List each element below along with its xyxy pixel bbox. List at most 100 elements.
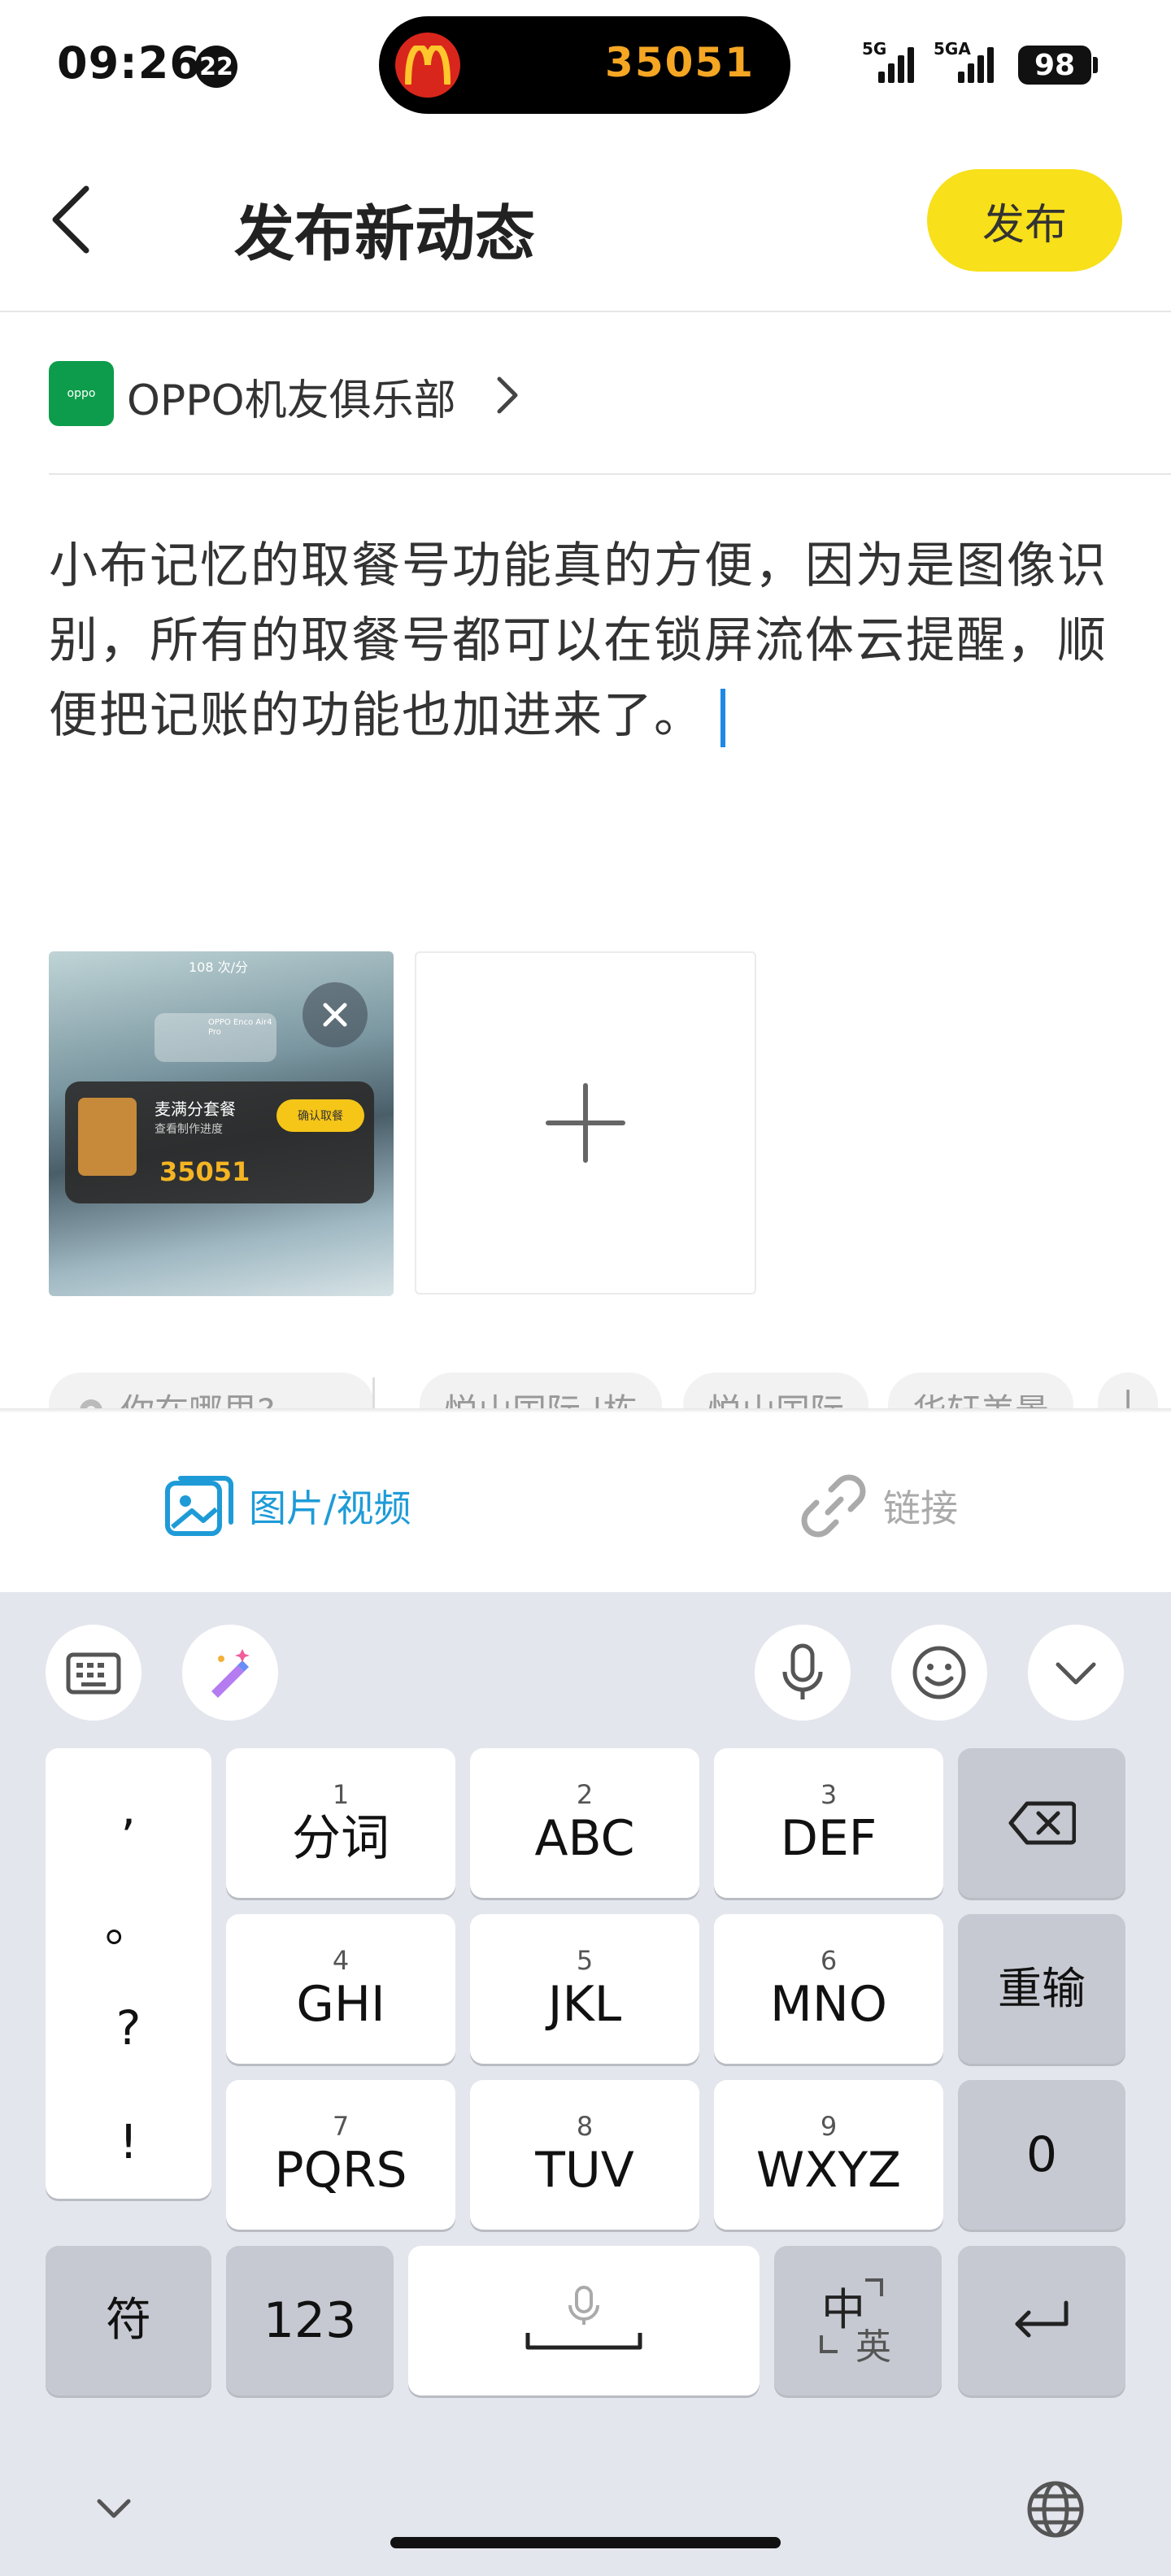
media-tab-label: 图片/视频 — [249, 1486, 411, 1530]
key-label: ABC — [534, 1810, 635, 1867]
thumb-subtitle: 查看制作进度 — [155, 1123, 223, 1136]
location-chip[interactable]: 悦山国际 — [683, 1373, 869, 1408]
emoji-icon — [912, 1646, 966, 1699]
signal-5ga-icon: 5GA — [934, 39, 999, 83]
key-label: WXYZ — [755, 2142, 902, 2199]
symbol-key[interactable]: 符 — [46, 2246, 211, 2395]
key-8[interactable]: 8 TUV — [470, 2080, 699, 2230]
space-key[interactable] — [408, 2246, 760, 2395]
thumb-confirm-pill: 确认取餐 — [276, 1099, 364, 1132]
lang-sub-label: 英 — [855, 2326, 891, 2368]
key-label: JKL — [547, 1976, 622, 2033]
key-number: 8 — [576, 2111, 594, 2142]
status-time: 09:26 — [57, 37, 201, 89]
key-label: GHI — [296, 1976, 385, 2033]
page-title: 发布新动态 — [234, 199, 535, 269]
header-divider — [0, 311, 1171, 312]
key-label: 123 — [263, 2292, 357, 2349]
key-label: DEF — [780, 1810, 877, 1867]
key-number: 3 — [820, 1779, 838, 1810]
link-tab-label: 链接 — [883, 1486, 958, 1530]
location-chip[interactable]: 悦山国际 |栋 — [420, 1373, 662, 1408]
reinput-key[interactable]: 重输 — [958, 1914, 1125, 2064]
key-7[interactable]: 7 PQRS — [226, 2080, 455, 2230]
thumb-top-text: 108 次/分 — [189, 959, 249, 975]
ai-write-button[interactable] — [182, 1625, 278, 1721]
link-icon — [801, 1474, 866, 1538]
key-number: 1 — [332, 1779, 350, 1810]
key-4[interactable]: 4 GHI — [226, 1914, 455, 2064]
media-tab[interactable]: 图片/视频 — [163, 1473, 411, 1538]
microphone-icon — [782, 1643, 823, 1699]
enter-icon — [1015, 2300, 1069, 2338]
lang-corner-mark — [865, 2278, 883, 2296]
mcdonalds-logo-icon — [395, 33, 460, 98]
key-5[interactable]: 5 JKL — [470, 1914, 699, 2064]
globe-icon — [1027, 2481, 1084, 2538]
collapse-keyboard-button[interactable] — [93, 2495, 135, 2527]
backspace-key[interactable] — [958, 1748, 1125, 1898]
location-chip[interactable]: 华轩美景 — [888, 1373, 1074, 1408]
chip-divider — [372, 1377, 375, 1408]
hide-keyboard-button[interactable] — [1028, 1625, 1124, 1721]
add-image-button[interactable] — [415, 951, 756, 1295]
globe-language-button[interactable] — [1025, 2478, 1086, 2543]
thumb-earbuds-label: OPPO Enco Air4 Pro — [208, 1018, 272, 1037]
voice-input-button[interactable] — [755, 1625, 851, 1721]
attached-image-thumbnail[interactable]: 108 次/分 OPPO Enco Air4 Pro 麦满分套餐 查看制作进度 … — [49, 951, 394, 1296]
punct-question[interactable]: ? — [46, 2000, 211, 2056]
location-placeholder: 你在哪里? — [120, 1391, 275, 1408]
key-9[interactable]: 9 WXYZ — [714, 2080, 943, 2230]
chevron-right-icon — [491, 372, 524, 418]
language-switch-key[interactable]: 中 英 — [774, 2246, 942, 2395]
dynamic-island[interactable]: 35051 — [379, 16, 790, 114]
key-6[interactable]: 6 MNO — [714, 1914, 943, 2064]
space-mic-icon — [525, 2286, 642, 2350]
key-2[interactable]: 2 ABC — [470, 1748, 699, 1898]
paper-bag-icon — [78, 1098, 137, 1176]
key-number: 5 — [576, 1945, 594, 1976]
close-icon — [323, 1003, 347, 1027]
link-tab[interactable]: 链接 — [797, 1473, 958, 1538]
keyboard-icon — [66, 1652, 121, 1695]
order-number: 35051 — [605, 39, 755, 86]
chevron-down-icon — [1056, 1662, 1096, 1685]
home-indicator[interactable] — [390, 2537, 781, 2548]
remove-image-button[interactable] — [303, 982, 368, 1047]
location-chip[interactable]: | — [1098, 1373, 1159, 1408]
numeric-key[interactable]: 123 — [226, 2246, 394, 2395]
publish-button[interactable]: 发布 — [927, 169, 1122, 272]
punct-period[interactable]: 。 — [46, 1886, 211, 1955]
back-button[interactable] — [46, 179, 94, 260]
punct-comma[interactable]: , — [46, 1781, 211, 1836]
club-divider — [49, 473, 1171, 475]
punctuation-column[interactable]: , 。 ? ! — [46, 1748, 211, 2199]
key-number: 9 — [820, 2111, 838, 2142]
key-1[interactable]: 1 分词 — [226, 1748, 455, 1898]
key-3[interactable]: 3 DEF — [714, 1748, 943, 1898]
emoji-button[interactable] — [891, 1625, 987, 1721]
panel-shadow — [0, 1408, 1171, 1413]
post-text-area[interactable]: 小布记忆的取餐号功能真的方便，因为是图像识别，所有的取餐号都可以在锁屏流体云提醒… — [49, 529, 1114, 753]
key-label: 重输 — [998, 1963, 1086, 2014]
punct-exclamation[interactable]: ! — [46, 2114, 211, 2169]
back-arrow-icon — [52, 185, 89, 254]
signal-5g-icon: 5G — [862, 39, 919, 83]
magic-pen-icon — [211, 1649, 250, 1698]
key-label: 0 — [1025, 2126, 1058, 2183]
location-chips-row: 你在哪里? 悦山国际 |栋 悦山国际 华轩美景 | — [49, 1366, 1171, 1408]
enter-key[interactable] — [958, 2246, 1125, 2395]
keyboard-switch-button[interactable] — [46, 1625, 141, 1721]
image-icon — [165, 1476, 233, 1536]
key-label: TUV — [535, 2142, 634, 2199]
location-pin-icon — [80, 1399, 102, 1408]
key-0[interactable]: 0 — [958, 2080, 1125, 2230]
text-cursor — [720, 689, 725, 748]
battery-tip — [1093, 57, 1098, 73]
key-label: 分词 — [292, 1810, 390, 1867]
club-name[interactable]: OPPO机友俱乐部 — [127, 366, 456, 427]
location-search-chip[interactable]: 你在哪里? — [49, 1373, 374, 1408]
key-number: 6 — [820, 1945, 838, 1976]
thumb-order-card: 麦满分套餐 查看制作进度 35051 确认取餐 — [65, 1081, 374, 1203]
key-label: MNO — [770, 1976, 887, 2033]
